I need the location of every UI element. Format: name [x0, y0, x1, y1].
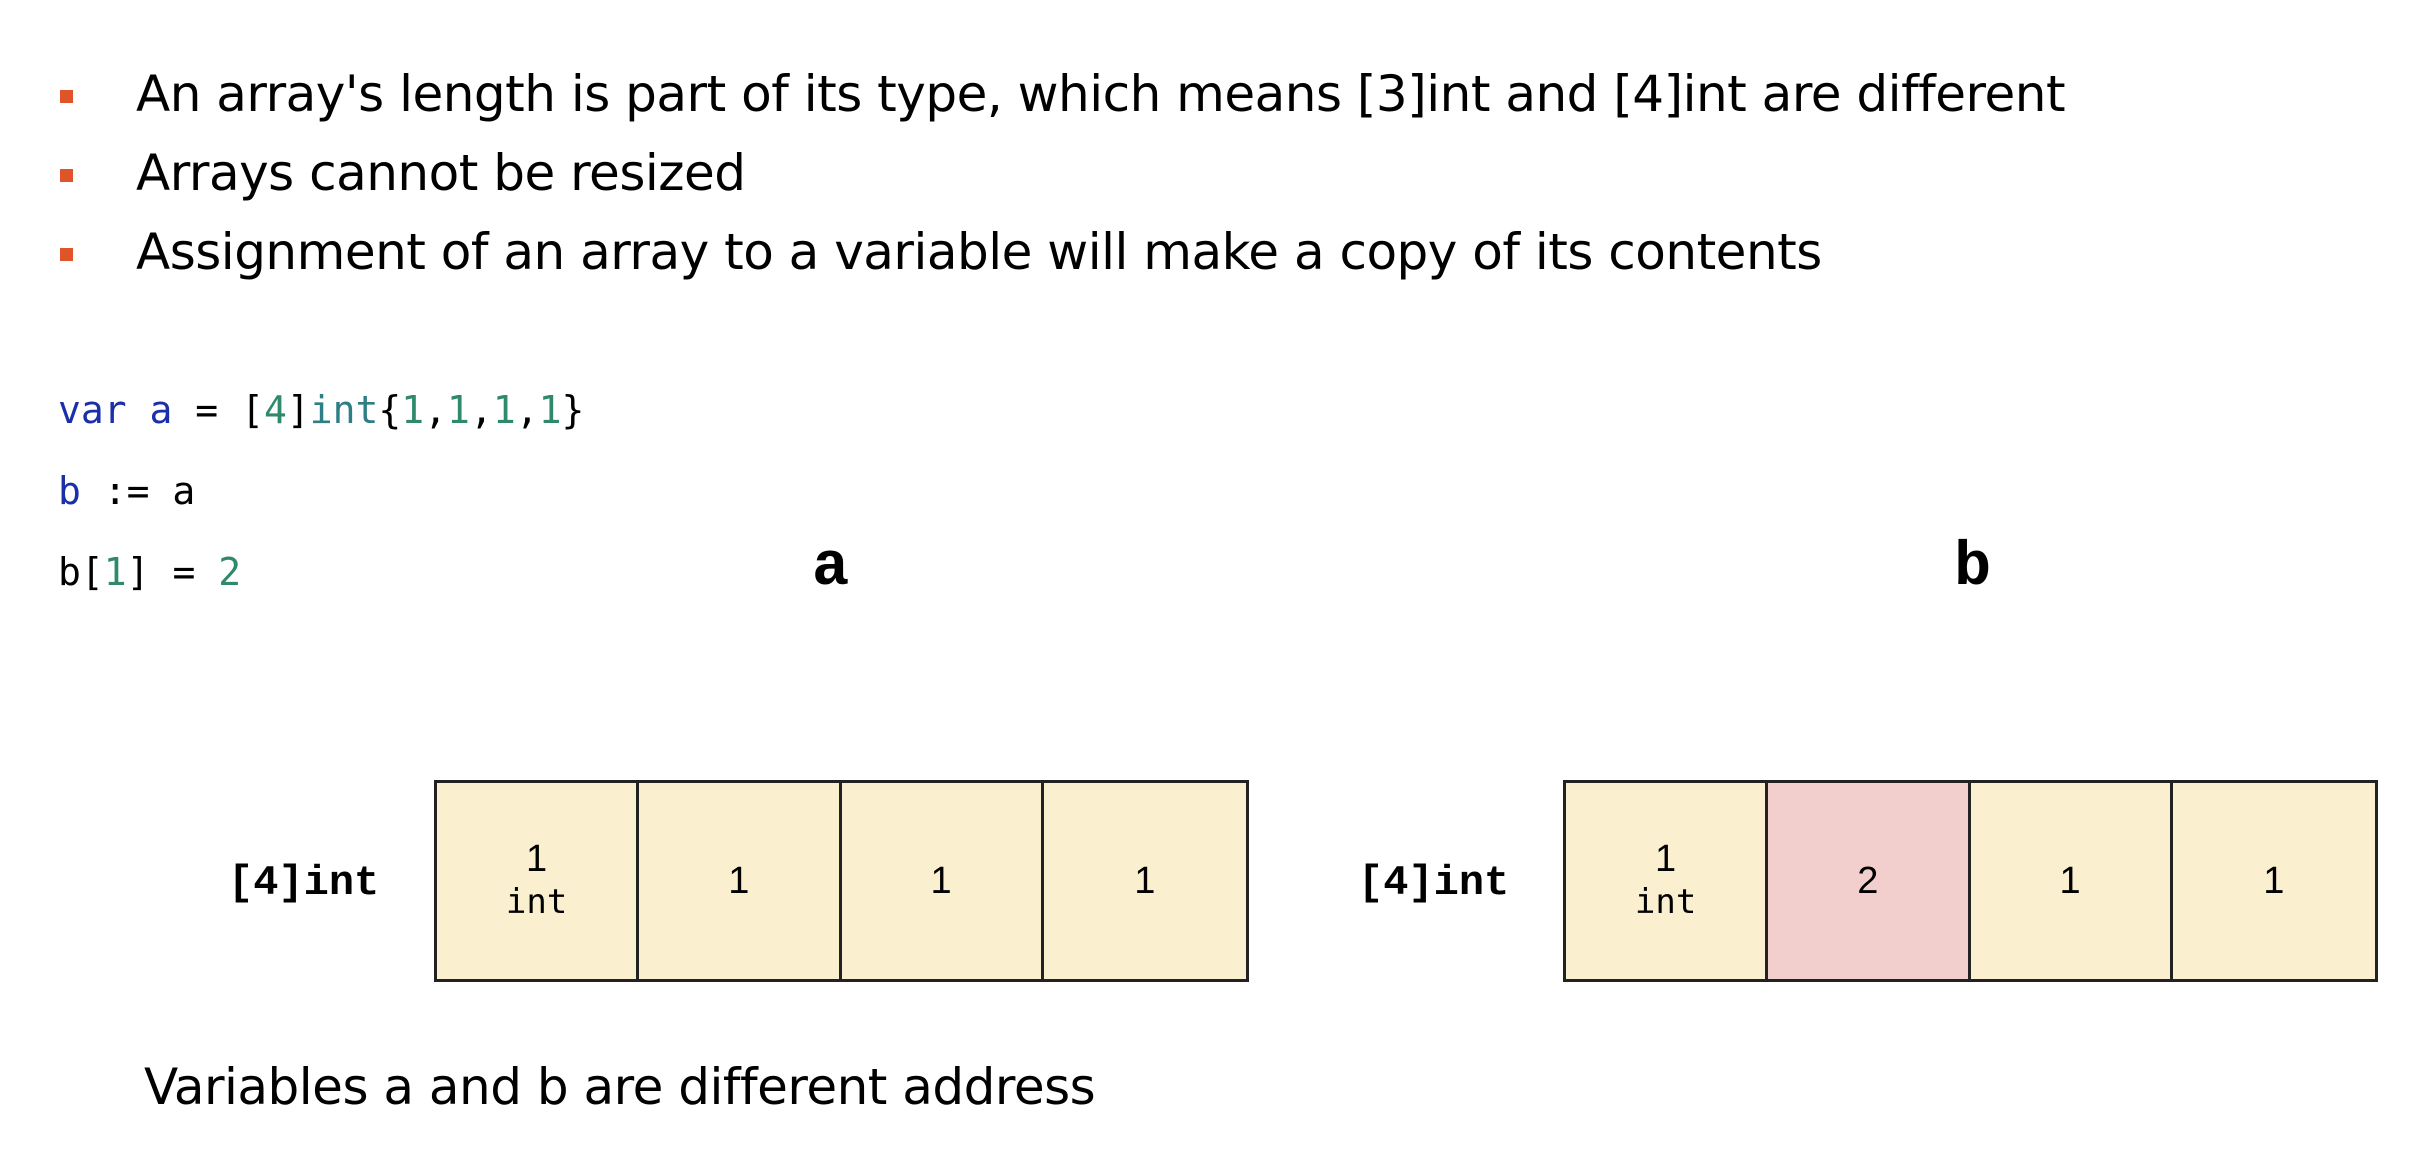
bullet-text: Arrays cannot be resized — [136, 144, 746, 202]
array-cell: 1 — [639, 783, 842, 979]
code-number: 2 — [218, 550, 242, 594]
code-number: 1 — [447, 388, 470, 432]
array-a-label: a — [812, 532, 850, 603]
array-a: 1 int 1 1 1 — [434, 780, 1249, 982]
code-brace: { — [378, 388, 402, 432]
code-number: 1 — [538, 388, 562, 432]
cell-value: 1 — [2059, 860, 2081, 902]
array-b-type-label: [4]int — [1358, 859, 1510, 907]
code-comma: , — [469, 388, 493, 432]
cell-value: 1 — [1134, 860, 1156, 902]
code-comma: , — [424, 388, 448, 432]
code-line-index: b[1] = 2 — [58, 542, 584, 623]
array-cell: 1 — [841, 783, 1044, 979]
cell-value: 1 — [2263, 860, 2285, 902]
bullet-item: Assignment of an array to a variable wil… — [0, 213, 2432, 292]
cell-type: int — [505, 882, 568, 922]
code-brace: } — [561, 388, 585, 432]
bullet-text: Assignment of an array to a variable wil… — [136, 223, 1822, 281]
array-cell: 1 — [2172, 783, 2375, 979]
code-identifier: a — [149, 388, 173, 432]
array-cell-modified: 2 — [1768, 783, 1971, 979]
cell-value: 1 — [728, 860, 750, 902]
code-number: 4 — [263, 388, 287, 432]
code-block: var a = [4]int{1,1,1,1} b := a b[1] = 2 — [58, 380, 584, 623]
cell-value: 1 — [1655, 838, 1677, 880]
code-comma: , — [515, 388, 539, 432]
bullet-marker-icon — [60, 90, 73, 103]
array-cell: 1 int — [437, 783, 640, 979]
array-cell: 1 — [1043, 783, 1246, 979]
code-operator: := — [80, 469, 173, 513]
code-operator: = — [149, 550, 219, 594]
code-number: 1 — [492, 388, 516, 432]
cell-value: 1 — [930, 860, 952, 902]
code-number: 1 — [103, 550, 127, 594]
array-b: 1 int 2 1 1 — [1563, 780, 2378, 982]
code-bracket: [ — [241, 388, 264, 432]
code-operator: = — [172, 388, 242, 432]
code-keyword: var — [58, 388, 127, 432]
bullet-item: Arrays cannot be resized — [0, 134, 2432, 213]
bullet-list: An array's length is part of its type, w… — [0, 55, 2432, 292]
array-cell: 1 int — [1566, 783, 1769, 979]
caption-text: Variables a and b are different address — [144, 1058, 1096, 1116]
array-cell: 1 — [1970, 783, 2173, 979]
code-type: int — [309, 388, 379, 432]
bullet-marker-icon — [60, 169, 73, 182]
cell-type: int — [1634, 882, 1697, 922]
bullet-marker-icon — [60, 248, 73, 261]
code-identifier: a — [172, 469, 196, 513]
code-bracket: [ — [80, 550, 104, 594]
code-identifier: b — [58, 550, 81, 594]
cell-value: 2 — [1857, 860, 1879, 902]
cell-value: 1 — [526, 838, 548, 880]
code-line-declare: var a = [4]int{1,1,1,1} — [58, 380, 584, 461]
bullet-item: An array's length is part of its type, w… — [0, 55, 2432, 134]
code-bracket: ] — [286, 388, 310, 432]
code-identifier: b — [58, 469, 81, 513]
array-b-label: b — [1954, 532, 1992, 603]
array-a-type-label: [4]int — [228, 859, 380, 907]
bullet-text: An array's length is part of its type, w… — [136, 65, 2066, 123]
code-bracket: ] — [126, 550, 150, 594]
code-number: 1 — [401, 388, 425, 432]
code-line-assign: b := a — [58, 461, 584, 542]
